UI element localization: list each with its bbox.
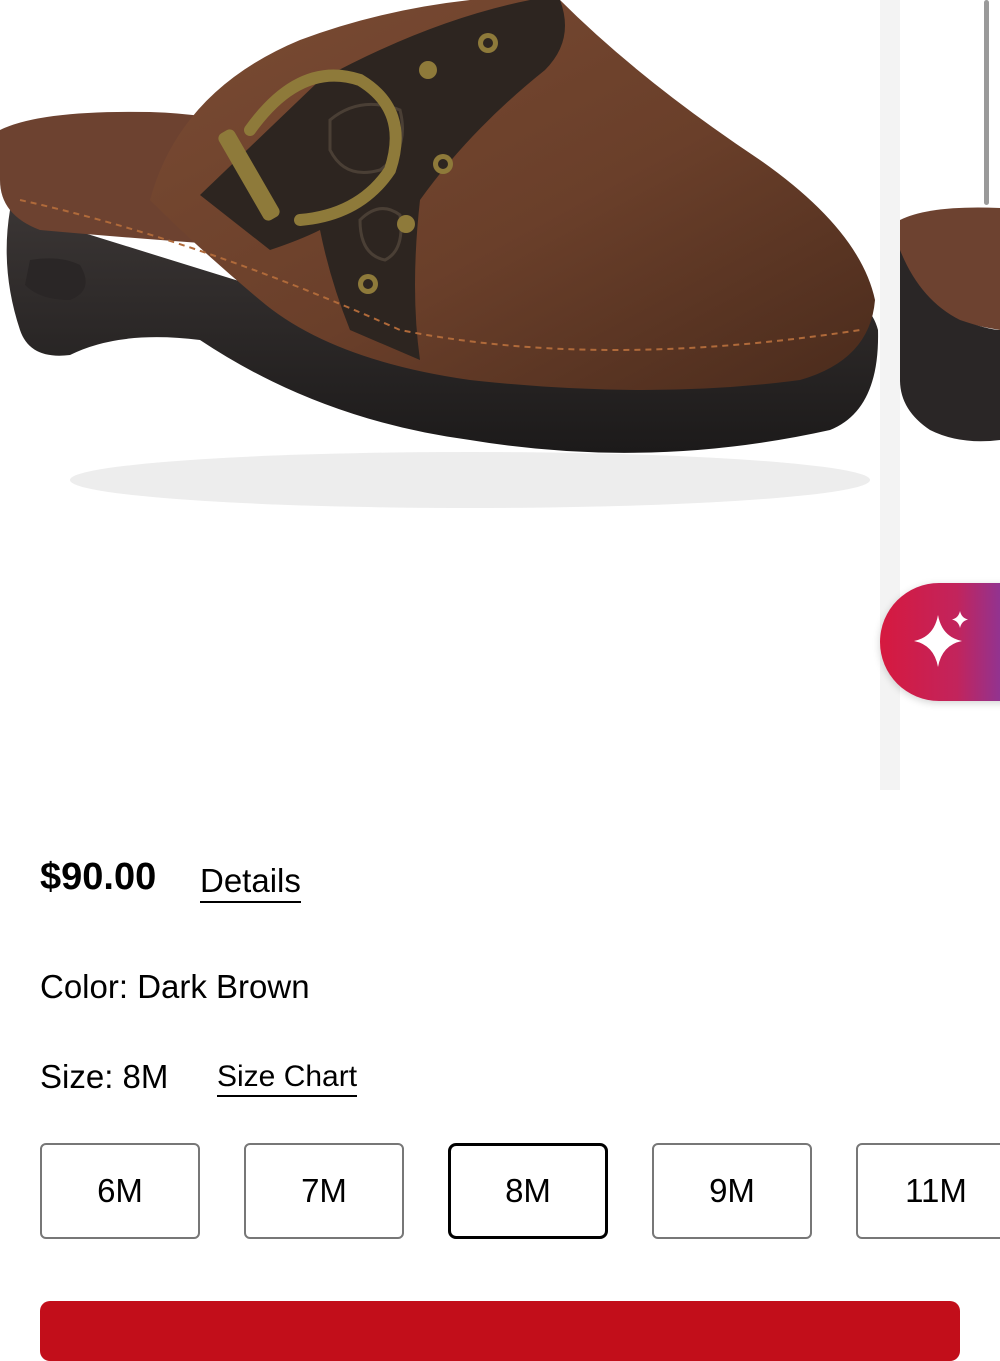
color-line: Color: Dark Brown bbox=[40, 968, 310, 1006]
size-value: 8M bbox=[122, 1058, 169, 1095]
size-option-8m[interactable]: 8M bbox=[448, 1143, 608, 1239]
size-label: Size: bbox=[40, 1058, 114, 1095]
sparkle-icon bbox=[914, 611, 968, 667]
clog-shoe-image bbox=[0, 0, 879, 508]
details-link[interactable]: Details bbox=[200, 862, 301, 903]
add-to-bag-button[interactable] bbox=[40, 1301, 960, 1361]
size-chart-link[interactable]: Size Chart bbox=[217, 1060, 358, 1097]
product-image-main[interactable] bbox=[0, 0, 880, 790]
size-line: Size: 8M bbox=[40, 1058, 168, 1096]
product-price: $90.00 bbox=[40, 856, 157, 898]
product-image-gallery[interactable] bbox=[0, 0, 1000, 790]
size-option-9m[interactable]: 9M bbox=[652, 1143, 812, 1239]
gallery-scrollbar[interactable] bbox=[984, 0, 989, 205]
ai-assistant-button[interactable] bbox=[880, 583, 1000, 701]
size-option-6m[interactable]: 6M bbox=[40, 1143, 200, 1239]
size-options: 6M 7M 8M 9M 11M bbox=[40, 1143, 1000, 1243]
size-option-11m[interactable]: 11M bbox=[856, 1143, 1000, 1239]
color-label: Color: bbox=[40, 968, 129, 1005]
color-value: Dark Brown bbox=[137, 968, 310, 1005]
size-option-7m[interactable]: 7M bbox=[244, 1143, 404, 1239]
